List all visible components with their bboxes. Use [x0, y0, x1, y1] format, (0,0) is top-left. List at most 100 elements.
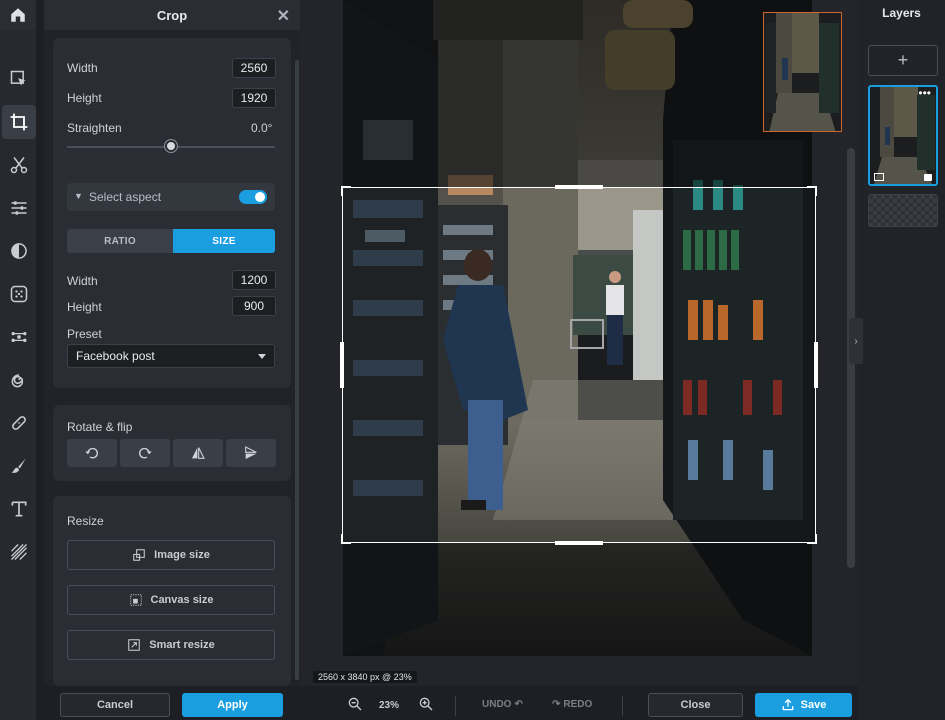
preset-select[interactable]: Facebook post	[67, 344, 275, 368]
flip-vertical-icon	[245, 446, 257, 459]
add-layer-button[interactable]: +	[868, 45, 938, 76]
divider	[622, 696, 623, 716]
apply-button[interactable]: Apply	[182, 693, 283, 717]
layers-panel: Layers + •••	[858, 0, 945, 720]
tool-crop[interactable]	[2, 105, 36, 139]
flip-horizontal-button[interactable]	[173, 439, 223, 467]
preset-value: Facebook post	[76, 349, 155, 363]
scissors-icon	[10, 157, 28, 174]
tool-draw[interactable]	[2, 449, 36, 483]
canvas-size-label: Canvas size	[150, 594, 214, 606]
image-layer-icon	[874, 173, 884, 181]
tool-text[interactable]	[2, 492, 36, 526]
crop-frame[interactable]	[340, 185, 818, 545]
straighten-value: 0.0°	[251, 121, 273, 135]
select-aspect-row[interactable]: ▼ Select aspect	[67, 183, 275, 211]
crop-handle-top[interactable]	[555, 185, 603, 189]
tool-elements[interactable]	[2, 320, 36, 354]
select-aspect-toggle[interactable]	[239, 190, 267, 204]
home-icon	[11, 8, 25, 22]
rotate-right-icon	[139, 447, 152, 459]
width-label: Width	[67, 61, 98, 75]
crop-handle-left[interactable]	[340, 342, 344, 388]
crop-handle-bottom[interactable]	[555, 541, 603, 545]
tab-size[interactable]: SIZE	[173, 229, 275, 253]
tool-adjust[interactable]	[2, 191, 36, 225]
tool-filters[interactable]	[2, 234, 36, 268]
save-label: Save	[800, 699, 827, 711]
more-options-icon[interactable]: •••	[918, 87, 931, 99]
canvas-size-icon	[129, 594, 142, 606]
chevron-right-icon: ›	[854, 335, 858, 347]
crop-handle-top-left[interactable]	[341, 186, 351, 196]
image-size-label: Image size	[154, 549, 210, 561]
background-layer[interactable]	[868, 194, 938, 227]
tab-ratio[interactable]: RATIO	[67, 229, 173, 253]
tool-distort[interactable]	[2, 363, 36, 397]
zoom-out-icon[interactable]	[347, 696, 363, 712]
cancel-button[interactable]: Cancel	[60, 693, 170, 717]
layers-title: Layers	[882, 6, 921, 20]
tool-texture[interactable]	[2, 535, 36, 569]
redo-button[interactable]: ↷ REDO	[552, 699, 592, 710]
crop-handle-right[interactable]	[814, 342, 818, 388]
tool-cutout[interactable]	[2, 148, 36, 182]
panel-scrollbar[interactable]	[295, 60, 299, 680]
crop-handle-top-right[interactable]	[807, 186, 817, 196]
sliders-icon	[11, 201, 27, 215]
close-button[interactable]: Close	[648, 693, 743, 717]
tool-sidebar	[0, 30, 36, 720]
rotate-flip-label: Rotate & flip	[67, 420, 133, 434]
home-button[interactable]	[0, 0, 36, 30]
tool-select[interactable]	[2, 62, 36, 96]
rotate-left-button[interactable]	[67, 439, 117, 467]
smart-resize-icon	[128, 639, 141, 651]
smart-resize-button[interactable]: Smart resize	[67, 630, 275, 660]
crop-settings-card: Width 2560 Height 1920 Straighten 0.0° ▼…	[53, 38, 291, 388]
tool-effects[interactable]	[2, 277, 36, 311]
tool-retouch[interactable]	[2, 406, 36, 440]
bandage-icon	[12, 416, 26, 430]
undo-icon: ↶	[514, 699, 523, 710]
crop-icon	[10, 113, 28, 131]
resize-card: Resize Image size Canvas size Smart resi…	[53, 496, 291, 686]
image-size-button[interactable]: Image size	[67, 540, 275, 570]
width-input[interactable]: 2560	[232, 58, 276, 78]
crop-mask-bottom	[343, 543, 812, 656]
height-input[interactable]: 1920	[232, 88, 276, 108]
hatch-icon	[11, 544, 27, 560]
chevron-down-icon: ▼	[74, 191, 83, 201]
panel-header: Crop ✕	[44, 0, 300, 30]
collapse-layers-tab[interactable]: ›	[849, 318, 863, 364]
size-width-input[interactable]: 1200	[232, 270, 276, 290]
crop-handle-bottom-right[interactable]	[807, 534, 817, 544]
text-icon	[11, 501, 27, 517]
undo-label: UNDO	[482, 699, 512, 710]
preset-label: Preset	[67, 327, 102, 341]
zoom-in-icon[interactable]	[418, 696, 434, 712]
crop-handle-bottom-left[interactable]	[341, 534, 351, 544]
rotate-left-icon	[85, 447, 98, 459]
crop-panel: Width 2560 Height 1920 Straighten 0.0° ▼…	[44, 30, 300, 720]
resize-label: Resize	[67, 514, 104, 528]
redo-label: REDO	[563, 699, 593, 710]
straighten-slider-handle[interactable]	[165, 140, 177, 152]
undo-button[interactable]: UNDO ↶	[482, 699, 523, 710]
contrast-icon	[11, 243, 27, 259]
divider	[455, 696, 456, 716]
dots-grid-icon	[10, 285, 28, 303]
close-panel-icon[interactable]: ✕	[277, 6, 290, 26]
cursor-select-icon	[10, 70, 26, 86]
navigator-thumbnail[interactable]	[763, 12, 842, 132]
lock-icon[interactable]	[924, 174, 932, 181]
flip-vertical-button[interactable]	[226, 439, 276, 467]
size-height-input[interactable]: 900	[232, 296, 276, 316]
canvas-size-button[interactable]: Canvas size	[67, 585, 275, 615]
size-width-label: Width	[67, 274, 98, 288]
save-button[interactable]: Save	[755, 693, 852, 717]
layer-item[interactable]: •••	[868, 85, 938, 186]
nodes-icon	[11, 332, 27, 342]
straighten-label: Straighten	[67, 121, 122, 135]
rotate-right-button[interactable]	[120, 439, 170, 467]
rotate-flip-card: Rotate & flip	[53, 405, 291, 481]
